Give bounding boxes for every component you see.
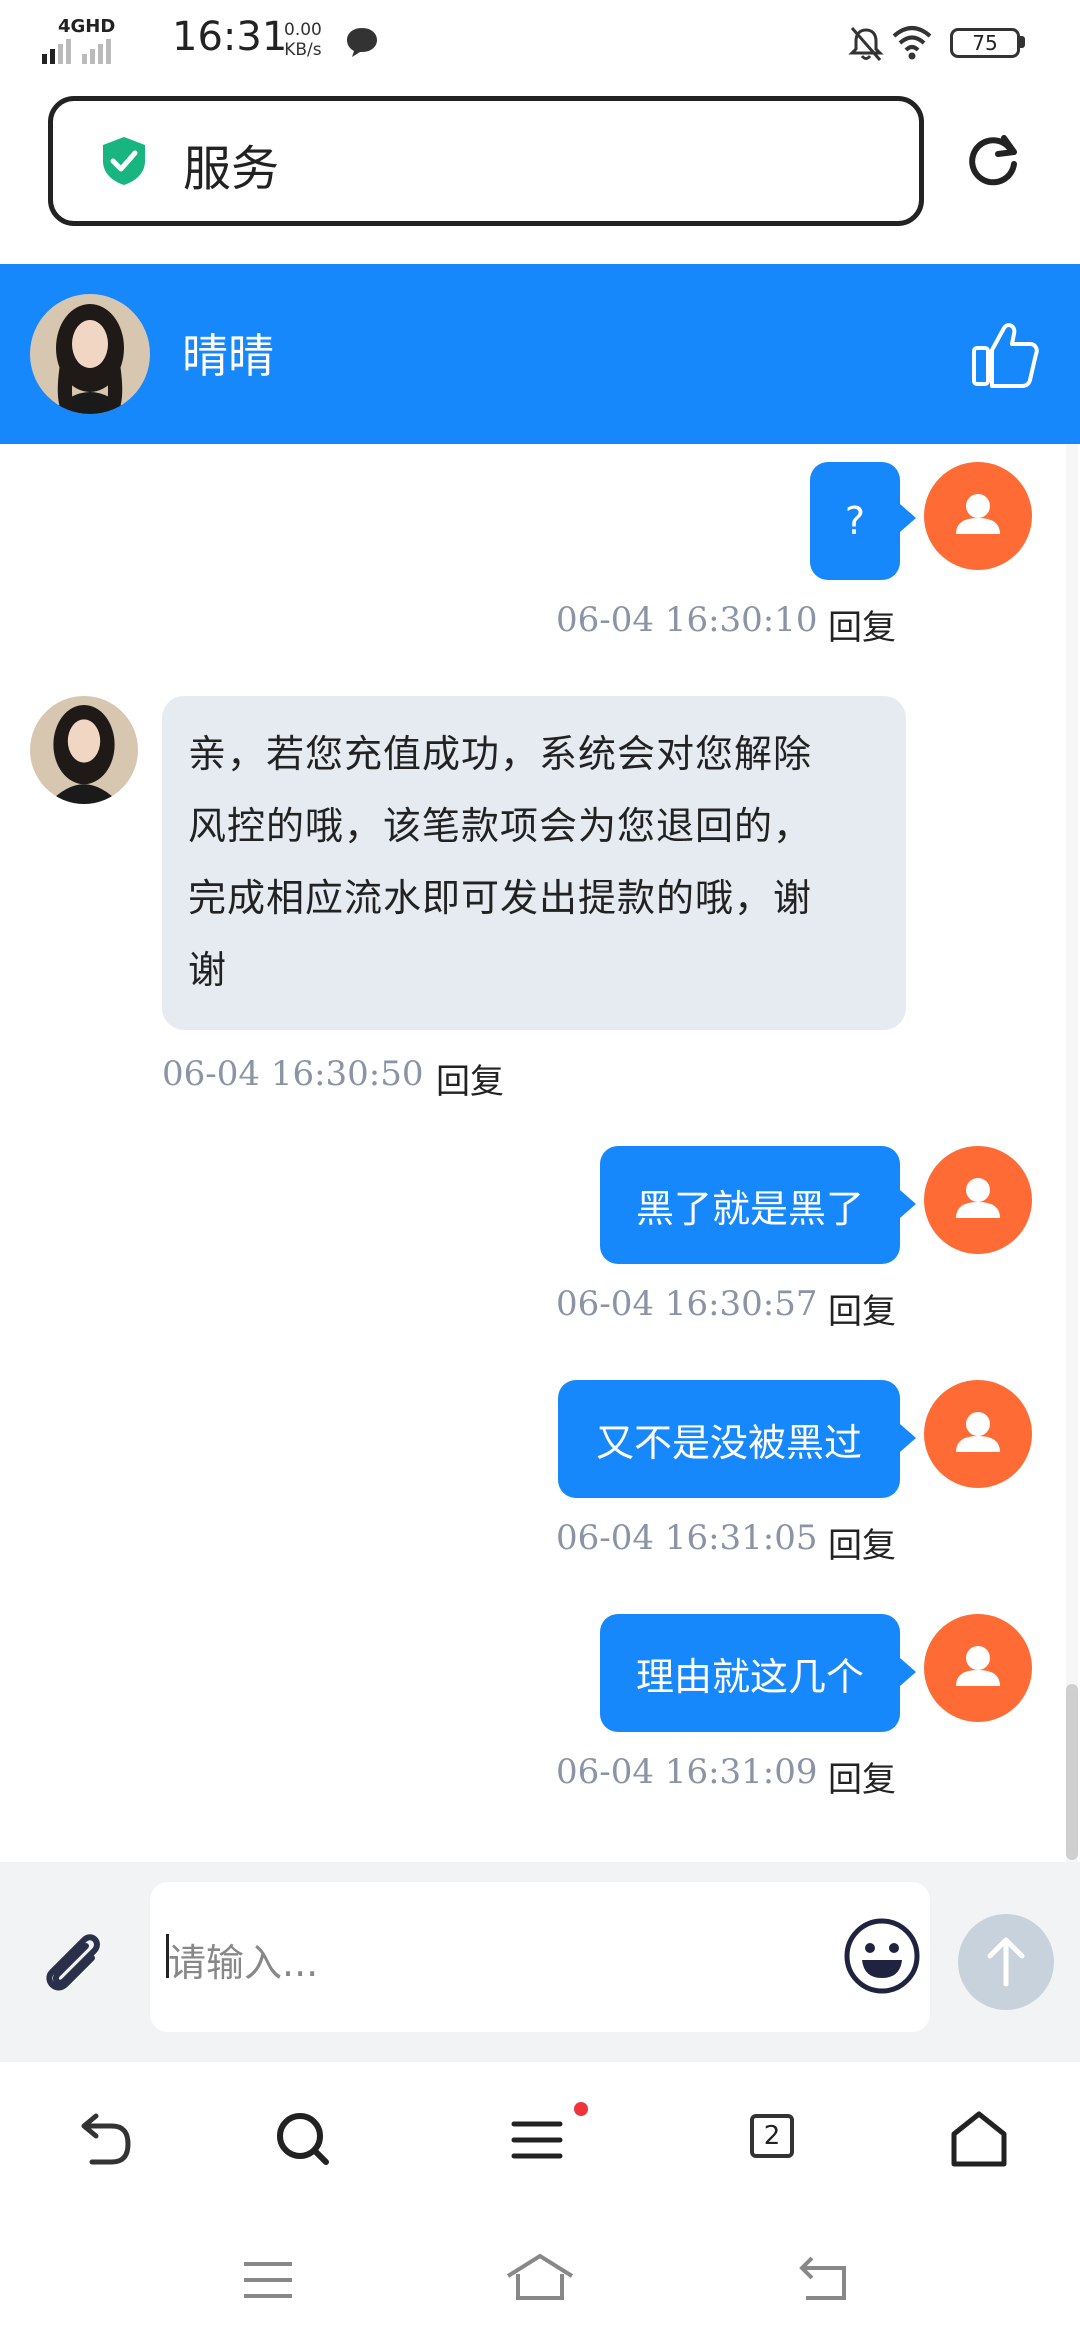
battery-indicator: 75 bbox=[950, 28, 1020, 58]
bubble-tail bbox=[900, 1424, 916, 1452]
message-line: 完成相应流水即可发出提款的哦，谢 bbox=[188, 876, 813, 920]
recent-apps-icon[interactable] bbox=[240, 2258, 296, 2302]
message-timestamp: 06-04 16:30:50 bbox=[162, 1054, 424, 1094]
message-timestamp: 06-04 16:30:57 bbox=[556, 1284, 818, 1324]
shield-check-icon bbox=[103, 137, 145, 185]
message-line: 谢 bbox=[188, 948, 228, 992]
reply-link[interactable]: 回复 bbox=[828, 1752, 896, 1801]
system-back-icon[interactable] bbox=[794, 2254, 852, 2304]
reply-link[interactable]: 回复 bbox=[828, 1518, 896, 1567]
outgoing-bubble[interactable]: ? bbox=[810, 462, 900, 580]
message-text: 理由就这几个 bbox=[635, 1654, 864, 1699]
message-line: 风控的哦，该笔款项会为您退回的， bbox=[188, 804, 813, 848]
user-avatar bbox=[924, 462, 1032, 570]
wifi-icon bbox=[892, 26, 932, 60]
bubble-tail bbox=[900, 1658, 916, 1686]
menu-icon[interactable] bbox=[504, 2104, 574, 2174]
outgoing-bubble[interactable]: 黑了就是黑了 bbox=[600, 1146, 900, 1264]
message-timestamp: 06-04 16:31:09 bbox=[556, 1752, 818, 1792]
message-notification-icon bbox=[347, 28, 377, 57]
status-time: 16:31 bbox=[172, 14, 288, 60]
outgoing-bubble[interactable]: 理由就这几个 bbox=[600, 1614, 900, 1732]
bubble-tail bbox=[900, 1190, 916, 1218]
input-placeholder: 请输入... bbox=[168, 1941, 319, 1985]
message-text: 黑了就是黑了 bbox=[635, 1186, 864, 1231]
network-speed-value: 0.00 bbox=[284, 20, 322, 40]
contact-avatar bbox=[30, 696, 138, 804]
battery-tip bbox=[1020, 36, 1025, 48]
page-title: 服务 bbox=[183, 141, 280, 197]
contact-avatar[interactable] bbox=[30, 294, 150, 414]
network-speed-unit: KB/s bbox=[284, 40, 322, 60]
scrollbar-thumb[interactable] bbox=[1066, 1684, 1078, 1860]
user-avatar bbox=[924, 1146, 1032, 1254]
address-bar[interactable]: 服务 bbox=[48, 96, 924, 226]
browser-toolbar: 2 bbox=[0, 2066, 1080, 2216]
user-avatar bbox=[924, 1380, 1032, 1488]
user-avatar bbox=[924, 1614, 1032, 1722]
search-icon[interactable] bbox=[268, 2104, 338, 2174]
message-line: 亲，若您充值成功，系统会对您解除 bbox=[188, 732, 813, 776]
message-text: ? bbox=[844, 499, 866, 543]
composer: 请输入... bbox=[0, 1862, 1080, 2062]
back-icon[interactable] bbox=[68, 2104, 138, 2174]
send-button[interactable] bbox=[958, 1914, 1054, 2010]
message-timestamp: 06-04 16:31:05 bbox=[556, 1518, 818, 1558]
scrollbar-track bbox=[1066, 444, 1078, 1862]
send-arrow-icon bbox=[987, 1937, 1025, 1987]
reply-link[interactable]: 回复 bbox=[828, 600, 896, 649]
mute-bell-icon bbox=[848, 27, 884, 61]
contact-name: 晴晴 bbox=[182, 329, 274, 383]
paperclip-icon[interactable] bbox=[34, 1924, 112, 2002]
incoming-bubble[interactable]: 亲，若您充值成功，系统会对您解除 风控的哦，该笔款项会为您退回的， 完成相应流水… bbox=[162, 696, 906, 1030]
status-bar: 4GHD 16:31 0.00 KB/s 75 bbox=[0, 0, 1080, 90]
system-nav-bar bbox=[0, 2216, 1080, 2340]
network-indicator: 4GHD bbox=[58, 16, 116, 37]
outgoing-bubble[interactable]: 又不是没被黑过 bbox=[558, 1380, 900, 1498]
message-text: 又不是没被黑过 bbox=[595, 1420, 862, 1465]
signal-icon bbox=[42, 39, 111, 64]
message-timestamp: 06-04 16:30:10 bbox=[556, 600, 818, 640]
home-icon[interactable] bbox=[944, 2104, 1014, 2174]
notification-dot bbox=[574, 2102, 588, 2116]
network-speed: 0.00 KB/s bbox=[284, 20, 322, 60]
thumbs-up-icon[interactable] bbox=[970, 318, 1040, 390]
reply-link[interactable]: 回复 bbox=[436, 1054, 504, 1103]
smiley-icon[interactable] bbox=[842, 1916, 922, 1996]
reply-link[interactable]: 回复 bbox=[828, 1284, 896, 1333]
message-input[interactable]: 请输入... bbox=[150, 1882, 930, 2032]
chat-header: 晴晴 bbox=[0, 264, 1080, 444]
reload-icon[interactable] bbox=[964, 130, 1024, 190]
tabs-button[interactable]: 2 bbox=[750, 2114, 794, 2158]
bubble-tail bbox=[900, 504, 916, 532]
system-home-icon[interactable] bbox=[504, 2250, 576, 2304]
